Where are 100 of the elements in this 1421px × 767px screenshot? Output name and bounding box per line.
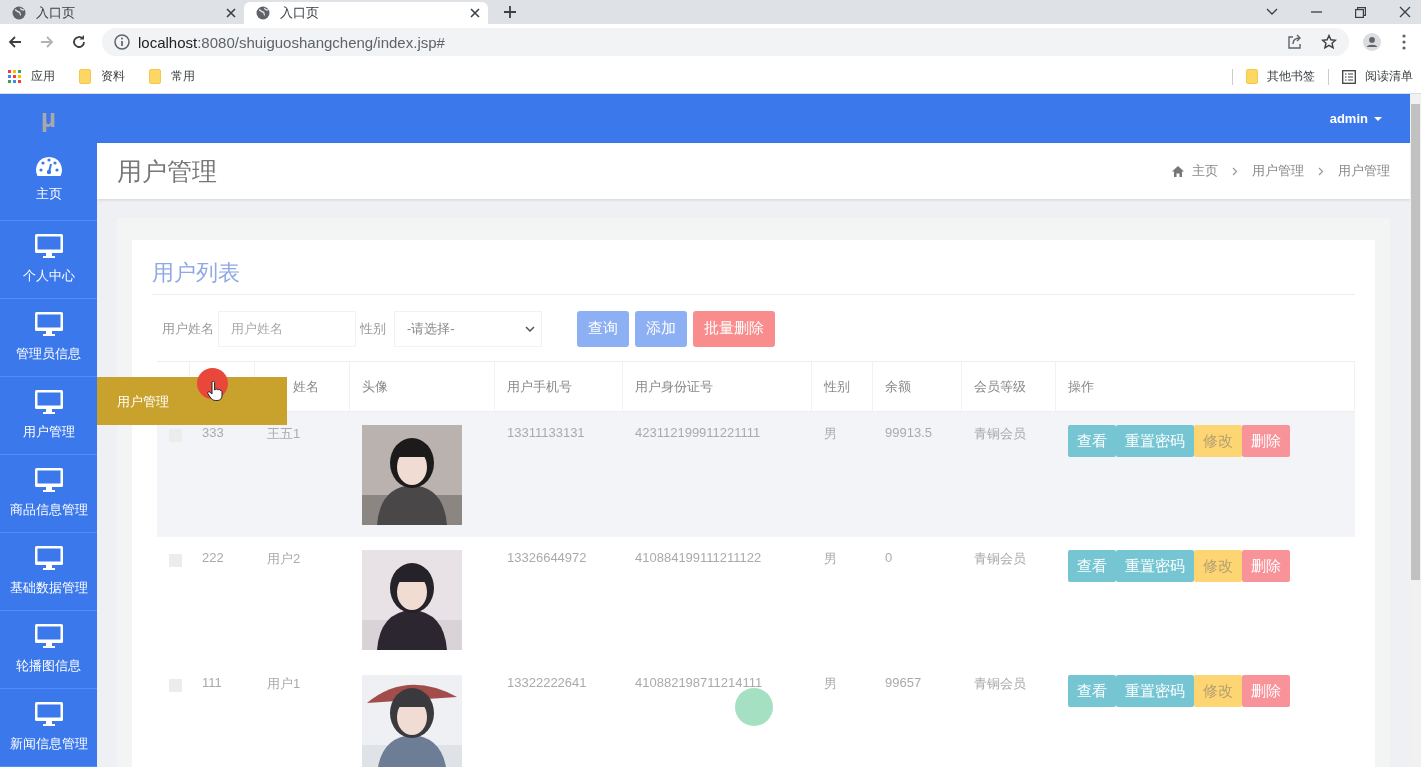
sidebar-item[interactable]: 基础数据管理 — [9, 579, 88, 597]
user-menu[interactable]: admin — [1329, 111, 1382, 126]
table-cell: 410884199111211122 — [635, 550, 762, 565]
monitor-icon — [34, 546, 63, 570]
row-action-button[interactable]: 重置密码 — [1116, 675, 1194, 707]
table-cell: 99913.5 — [885, 425, 932, 440]
table-cell: 99657 — [885, 675, 922, 690]
table-cell: 青铜会员 — [974, 426, 1026, 441]
close-icon[interactable] — [1399, 6, 1411, 18]
table-cell: 111 — [202, 675, 222, 690]
chevron-right-icon — [1318, 166, 1324, 176]
row-action-button[interactable]: 重置密码 — [1116, 550, 1194, 582]
row-action-button[interactable]: 重置密码 — [1116, 425, 1194, 457]
bookmark-item[interactable]: 常用 — [171, 68, 195, 85]
column-header: 头像 — [362, 377, 388, 396]
table-cell: 王五1 — [267, 426, 301, 441]
home-icon — [1172, 165, 1184, 177]
folder-icon — [149, 69, 161, 84]
globe-icon — [256, 6, 270, 20]
bookmark-item[interactable]: 应用 — [31, 68, 55, 85]
table-cell: 410882198711214111 — [635, 675, 763, 690]
table-cell: 13322222641 — [507, 675, 587, 690]
hand-cursor-icon — [207, 381, 223, 401]
field-label: 性别 — [360, 319, 386, 338]
restore-icon[interactable] — [1355, 6, 1366, 18]
star-icon[interactable] — [1321, 34, 1337, 50]
sidebar-item[interactable]: 用户管理 — [22, 423, 75, 441]
table-cell: 青铜会员 — [974, 551, 1026, 566]
table-cell: 用户2 — [267, 551, 301, 566]
close-icon[interactable] — [226, 8, 236, 18]
table-row[interactable]: 333 王五1 13311133131 423112199911221111 男 99913.5 青铜会员 查看 重置密码 修改 删除 — [157, 412, 1355, 537]
column-header: 性别 — [824, 377, 850, 396]
bookmark-item[interactable]: 资料 — [101, 68, 125, 85]
browser-tab[interactable]: 入口页 — [0, 2, 244, 24]
sidebar-item[interactable]: 轮播图信息 — [16, 657, 81, 675]
folder-icon — [1246, 69, 1258, 84]
bookmark-item[interactable]: 阅读清单 — [1365, 68, 1413, 85]
sidebar-item[interactable]: 管理员信息 — [16, 345, 81, 363]
field-label: 用户姓名 — [162, 319, 214, 338]
monitor-icon — [34, 234, 63, 258]
row-action-button[interactable]: 删除 — [1242, 550, 1290, 582]
info-icon[interactable] — [114, 34, 130, 50]
monitor-icon — [34, 624, 63, 648]
monitor-icon — [34, 468, 63, 492]
back-icon[interactable] — [6, 34, 24, 50]
chevron-down-icon[interactable] — [1266, 8, 1278, 16]
column-header: 会员等级 — [974, 377, 1026, 396]
page-title: 用户管理 — [117, 155, 217, 187]
column-header: 操作 — [1068, 377, 1094, 396]
table-cell: 用户1 — [267, 676, 301, 691]
card-title: 用户列表 — [152, 240, 1355, 295]
row-action-button[interactable]: 查看 — [1068, 550, 1116, 582]
table-cell: 青铜会员 — [974, 676, 1026, 691]
submenu-item[interactable]: 用户管理 — [97, 377, 287, 425]
reload-icon[interactable] — [70, 34, 88, 50]
share-icon[interactable] — [1287, 34, 1303, 50]
browser-tab[interactable]: 入口页 — [244, 2, 488, 24]
action-button[interactable]: 批量删除 — [693, 310, 775, 347]
table-cell: 男 — [824, 551, 837, 566]
list-icon — [1342, 69, 1356, 84]
gender-select[interactable]: -请选择- — [394, 310, 542, 347]
name-input-field[interactable]: 用户姓名 — [218, 310, 356, 347]
action-button[interactable]: 添加 — [635, 310, 687, 347]
table-cell: 13326644972 — [507, 550, 587, 565]
chevron-right-icon — [1232, 166, 1238, 176]
row-action-button[interactable]: 删除 — [1242, 425, 1290, 457]
monitor-icon — [34, 702, 63, 726]
row-action-button[interactable]: 查看 — [1068, 425, 1116, 457]
breadcrumb-link[interactable]: 主页 — [1192, 162, 1218, 180]
avatar-icon[interactable] — [1363, 31, 1381, 53]
sidebar-item[interactable]: 商品信息管理 — [9, 501, 88, 519]
action-button[interactable]: 查询 — [577, 310, 629, 347]
breadcrumb-link[interactable]: 用户管理 — [1252, 162, 1304, 180]
table-cell: 男 — [824, 676, 837, 691]
new-tab-icon[interactable] — [503, 5, 517, 19]
logo: µ — [41, 103, 56, 134]
monitor-icon — [34, 312, 63, 336]
table-cell: 男 — [824, 426, 837, 441]
sidebar-item[interactable]: 个人中心 — [22, 267, 75, 285]
breadcrumb-link[interactable]: 用户管理 — [1338, 162, 1390, 180]
url-text[interactable]: localhost:8080/shuiguoshangcheng/index.jsp# — [138, 33, 445, 51]
dashboard-icon — [34, 156, 63, 176]
folder-icon — [79, 69, 91, 84]
bookmark-item[interactable]: 其他书签 — [1267, 68, 1315, 85]
column-header: 用户手机号 — [507, 377, 572, 396]
column-header: 姓名 — [293, 377, 319, 396]
scrollbar-thumb[interactable] — [1411, 104, 1420, 580]
table-cell: 423112199911221111 — [635, 425, 761, 440]
sidebar-item[interactable]: 主页 — [35, 185, 62, 203]
close-icon[interactable] — [470, 8, 480, 18]
column-header: 用户身份证号 — [635, 377, 713, 396]
monitor-icon — [34, 390, 63, 414]
globe-icon — [12, 6, 26, 20]
address-bar[interactable]: localhost:8080/shuiguoshangcheng/index.jsp# — [102, 28, 1349, 56]
apps-grid-icon[interactable] — [8, 70, 21, 83]
row-action-button[interactable]: 查看 — [1068, 675, 1116, 707]
table-cell: 333 — [202, 425, 224, 440]
table-cell: 222 — [202, 550, 224, 565]
row-action-button[interactable]: 删除 — [1242, 675, 1290, 707]
sidebar-item[interactable]: 新闻信息管理 — [9, 735, 88, 753]
